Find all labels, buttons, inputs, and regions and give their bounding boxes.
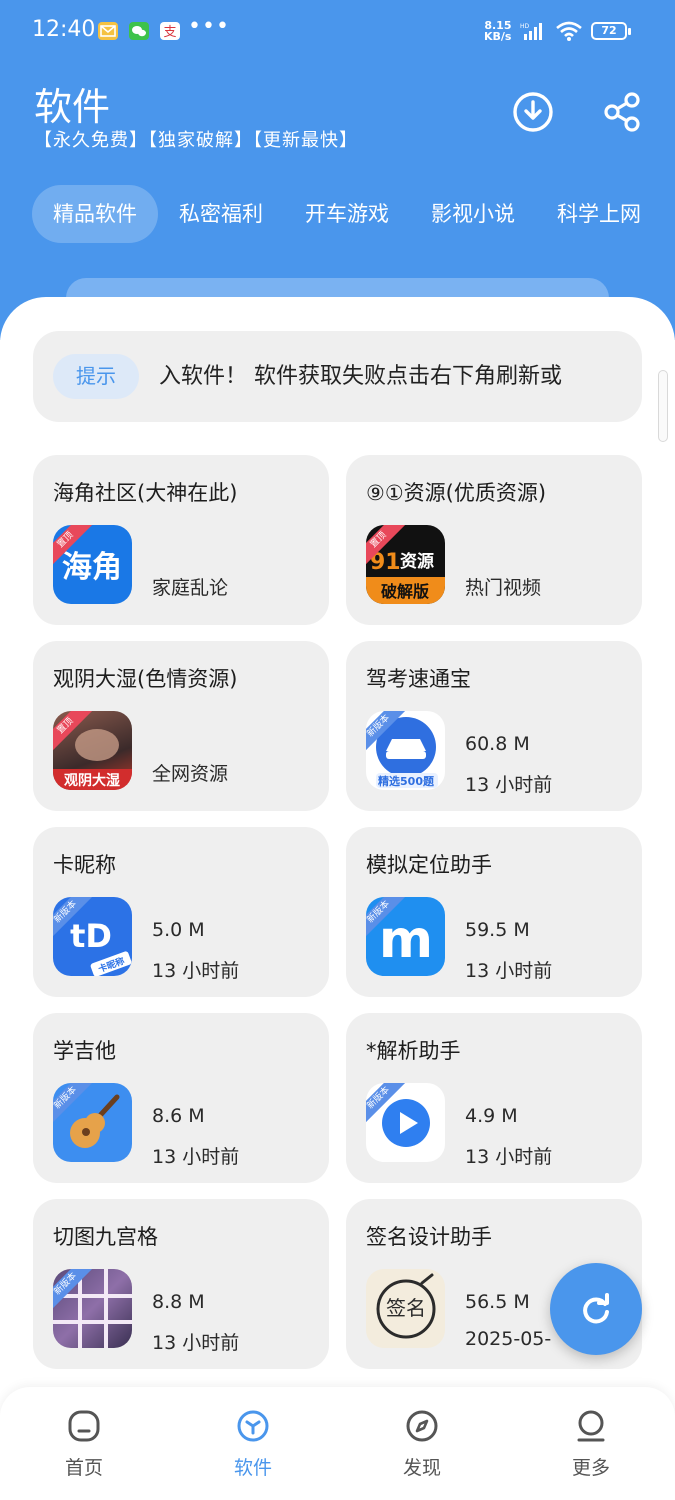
tab-jingpin[interactable]: 精品软件: [32, 185, 158, 243]
signature-app-icon: 签名: [366, 1269, 445, 1348]
app-size: 60.8 M: [465, 733, 530, 755]
tab-kaiche[interactable]: 开车游戏: [284, 185, 410, 243]
91-resource-app-icon: 91 资源 破解版 置顶: [366, 525, 445, 604]
svg-text:观阴大湿: 观阴大湿: [64, 772, 120, 789]
app-name: 签名设计助手: [366, 1225, 492, 1249]
nav-label: 软件: [233, 1457, 272, 1479]
app-name: ⑨①资源(优质资源): [366, 481, 547, 505]
mail-icon: [98, 22, 118, 40]
guanyin-app-icon: 观阴大湿 置顶: [53, 711, 132, 790]
nav-home[interactable]: 首页: [0, 1387, 168, 1500]
user-icon: [577, 1410, 605, 1442]
bottom-nav: 首页 软件 发现 更多: [0, 1387, 675, 1500]
app-name: 学吉他: [53, 1039, 116, 1063]
tab-simi[interactable]: 私密福利: [158, 185, 284, 243]
svg-text:m: m: [379, 910, 433, 970]
download-button[interactable]: [511, 90, 555, 134]
app-card[interactable]: 驾考速通宝 精选500题 新版本 60.8 M 13 小时前: [346, 641, 642, 811]
app-name: 驾考速通宝: [366, 667, 471, 691]
car-exam-app-icon: 精选500题 新版本: [366, 711, 445, 790]
nav-label: 更多: [571, 1457, 610, 1479]
download-icon: [513, 92, 553, 132]
more-notifications-icon: •••: [188, 14, 230, 39]
app-category: 全网资源: [152, 763, 229, 785]
app-card[interactable]: 模拟定位助手 m 新版本 59.5 M 13 小时前: [346, 827, 642, 997]
category-tabs: 精品软件 私密福利 开车游戏 影视小说 科学上网: [32, 185, 662, 243]
app-card[interactable]: 学吉他 新版本 8.6 M 13 小时前: [33, 1013, 329, 1183]
app-name: 观阴大湿(色情资源): [53, 667, 238, 691]
share-icon: [604, 92, 640, 132]
svg-text:破解版: 破解版: [381, 582, 429, 601]
tab-yingshi[interactable]: 影视小说: [410, 185, 536, 243]
nav-label: 发现: [402, 1457, 441, 1479]
app-name: 海角社区(大神在此): [53, 481, 238, 505]
app-size: 8.6 M: [152, 1105, 205, 1127]
app-size: 8.8 M: [152, 1291, 205, 1313]
svg-text:HD: HD: [520, 23, 530, 30]
refresh-icon: [583, 1293, 609, 1324]
nickname-app-icon: tD 卡昵称 新版本: [53, 897, 132, 976]
cube-icon: [237, 1410, 269, 1442]
guitar-app-icon: 新版本: [53, 1083, 132, 1162]
svg-text:tD: tD: [70, 917, 112, 955]
app-card[interactable]: 卡昵称 tD 卡昵称 新版本 5.0 M 13 小时前: [33, 827, 329, 997]
nav-more[interactable]: 更多: [507, 1387, 675, 1500]
tab-kexue[interactable]: 科学上网: [536, 185, 662, 243]
scrollbar[interactable]: [658, 370, 668, 442]
nav-discover[interactable]: 发现: [338, 1387, 506, 1500]
app-updated: 13 小时前: [152, 960, 240, 982]
page-title: 软件: [34, 85, 111, 129]
app-name: 切图九宫格: [53, 1225, 158, 1249]
app-name: 卡昵称: [53, 853, 116, 877]
svg-text:支: 支: [163, 25, 176, 40]
notice-text: 入软件！ 软件获取失败点击右下角刷新或: [159, 364, 562, 389]
app-updated: 13 小时前: [465, 1146, 553, 1168]
notice-bar: 提示 入软件！ 软件获取失败点击右下角刷新或: [33, 331, 642, 422]
status-bar: 12:40 支 ••• 8.15 KB/s HD 72: [0, 0, 675, 60]
app-name: *解析助手: [366, 1039, 461, 1063]
network-speed: 8.15 KB/s: [484, 19, 512, 43]
compass-icon: [406, 1410, 438, 1442]
battery-indicator: 72: [591, 22, 631, 40]
app-card[interactable]: ⑨①资源(优质资源) 91 资源 破解版 置顶 热门视频: [346, 455, 642, 625]
app-card[interactable]: 海角社区(大神在此) 海角 置顶 家庭乱论: [33, 455, 329, 625]
page-subtitle: 【永久免费】【独家破解】【更新最快】: [34, 130, 358, 151]
notice-badge: 提示: [53, 354, 139, 399]
nav-software[interactable]: 软件: [169, 1387, 337, 1500]
app-updated: 13 小时前: [152, 1332, 240, 1354]
nav-label: 首页: [64, 1457, 103, 1479]
svg-text:精选500题: 精选500题: [378, 774, 435, 788]
location-app-icon: m 新版本: [366, 897, 445, 976]
app-card[interactable]: *解析助手 新版本 4.9 M 13 小时前: [346, 1013, 642, 1183]
app-size: 4.9 M: [465, 1105, 518, 1127]
app-size: 59.5 M: [465, 919, 530, 941]
app-updated: 2025-05-: [465, 1328, 552, 1350]
wechat-icon: [129, 22, 149, 40]
share-button[interactable]: [601, 90, 645, 134]
status-time: 12:40: [32, 17, 96, 42]
app-updated: 13 小时前: [465, 774, 553, 796]
app-size: 5.0 M: [152, 919, 205, 941]
alipay-icon: 支: [160, 22, 180, 40]
wifi-icon: [556, 21, 582, 41]
app-card[interactable]: 观阴大湿(色情资源) 观阴大湿 置顶 全网资源: [33, 641, 329, 811]
home-icon: [68, 1410, 100, 1442]
app-name: 模拟定位助手: [366, 853, 492, 877]
app-card[interactable]: 切图九宫格 新版本 8.8 M 13 小时前: [33, 1199, 329, 1369]
refresh-button[interactable]: [550, 1263, 642, 1355]
svg-text:海角: 海角: [62, 550, 122, 585]
app-updated: 13 小时前: [152, 1146, 240, 1168]
svg-text:资源: 资源: [400, 551, 434, 572]
app-category: 热门视频: [465, 577, 542, 599]
app-category: 家庭乱论: [152, 577, 229, 599]
video-parse-app-icon: 新版本: [366, 1083, 445, 1162]
svg-text:签名: 签名: [386, 1296, 426, 1320]
app-updated: 13 小时前: [465, 960, 553, 982]
signal-icon: HD: [520, 23, 542, 40]
haijiao-app-icon: 海角 置顶: [53, 525, 132, 604]
app-size: 56.5 M: [465, 1291, 530, 1313]
grid-cut-app-icon: 新版本: [53, 1269, 132, 1348]
